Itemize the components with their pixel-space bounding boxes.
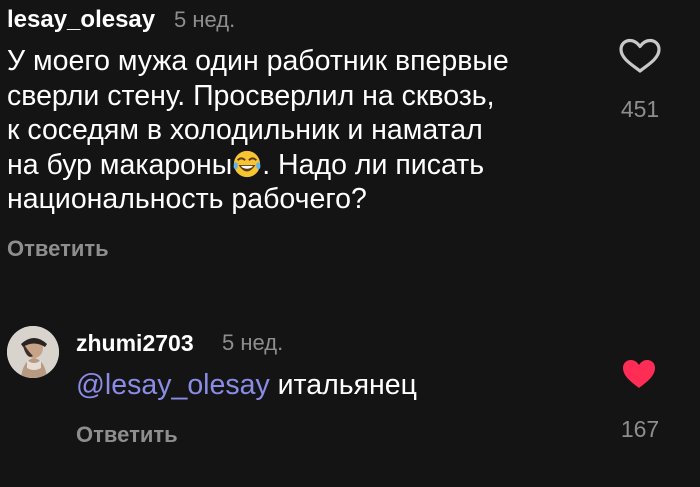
comment-reply-button[interactable]: Ответить xyxy=(7,236,109,262)
reply-reply-button[interactable]: Ответить xyxy=(76,422,178,448)
comment-like-count: 451 xyxy=(620,96,660,122)
tears-of-joy-emoji-icon xyxy=(233,150,261,177)
comment: lesay_olesay 5 нед. У моего мужа один ра… xyxy=(0,0,700,280)
user-avatar-icon xyxy=(7,326,59,378)
comment-text: У моего мужа один работник впервые сверл… xyxy=(7,44,587,217)
reply-like-count: 167 xyxy=(620,416,660,442)
avatar[interactable] xyxy=(7,326,59,378)
reply-text: @lesay_olesay итальянец xyxy=(76,368,417,402)
mention-link[interactable]: @lesay_olesay xyxy=(76,369,270,401)
reply-username[interactable]: zhumi2703 xyxy=(76,330,194,357)
reply-timestamp: 5 нед. xyxy=(222,330,284,355)
comment-username[interactable]: lesay_olesay xyxy=(7,6,155,34)
heart-filled-icon[interactable] xyxy=(621,358,657,390)
heart-outline-icon[interactable] xyxy=(617,38,663,74)
reply-text-content: итальянец xyxy=(269,369,417,401)
comment-timestamp: 5 нед. xyxy=(174,7,236,32)
